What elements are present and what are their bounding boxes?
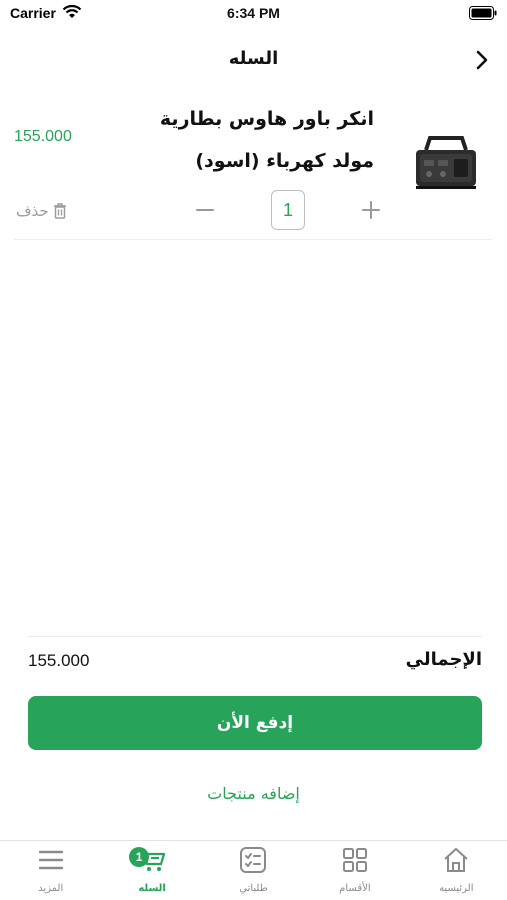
tab-cart-label: السله bbox=[138, 883, 166, 894]
tab-bar: الرئيسيه الأقسام طلباتي 1 السله المزيد bbox=[0, 840, 507, 900]
tab-categories[interactable]: الأقسام bbox=[304, 841, 405, 900]
orders-icon bbox=[240, 847, 267, 873]
tab-orders-label: طلباتي bbox=[239, 883, 268, 894]
delete-label: حذف bbox=[16, 202, 49, 220]
back-button[interactable] bbox=[471, 48, 493, 72]
pay-now-button[interactable]: إدفع الأن bbox=[28, 696, 482, 750]
cart-badge: 1 bbox=[129, 847, 150, 867]
trash-icon bbox=[53, 203, 66, 219]
status-time: 6:34 PM bbox=[227, 5, 280, 21]
tab-more[interactable]: المزيد bbox=[0, 841, 101, 900]
battery-icon bbox=[469, 6, 497, 20]
increase-quantity-button[interactable] bbox=[357, 196, 385, 224]
home-icon bbox=[444, 848, 468, 872]
status-bar: Carrier 6:34 PM bbox=[0, 0, 507, 28]
tab-cart[interactable]: 1 السله bbox=[101, 841, 202, 900]
total-value: 155.000 bbox=[28, 651, 90, 670]
decrease-quantity-button[interactable] bbox=[191, 196, 219, 224]
grid-icon bbox=[342, 848, 367, 872]
nav-header: السله bbox=[0, 40, 507, 80]
total-row: الإجمالي 155.000 bbox=[28, 636, 482, 684]
tab-orders[interactable]: طلباتي bbox=[203, 841, 304, 900]
product-image bbox=[416, 136, 476, 189]
quantity-field[interactable]: 1 bbox=[271, 190, 305, 230]
add-products-link[interactable]: إضافه منتجات bbox=[0, 784, 507, 803]
product-name: انكر باور هاوس بطارية مولد كهرباء (اسود) bbox=[159, 108, 374, 172]
tab-categories-label: الأقسام bbox=[339, 883, 371, 894]
product-price: 155.000 bbox=[14, 128, 72, 145]
cart-item: انكر باور هاوس بطارية مولد كهرباء (اسود)… bbox=[14, 92, 492, 240]
total-label: الإجمالي bbox=[405, 649, 482, 670]
tab-home-label: الرئيسيه bbox=[439, 883, 474, 894]
delete-item-button[interactable]: حذف bbox=[16, 200, 67, 222]
chevron-right-icon bbox=[476, 50, 488, 70]
tab-more-label: المزيد bbox=[38, 883, 64, 894]
tab-home[interactable]: الرئيسيه bbox=[406, 841, 507, 900]
page-title: السله bbox=[228, 48, 279, 69]
menu-icon bbox=[38, 850, 63, 870]
